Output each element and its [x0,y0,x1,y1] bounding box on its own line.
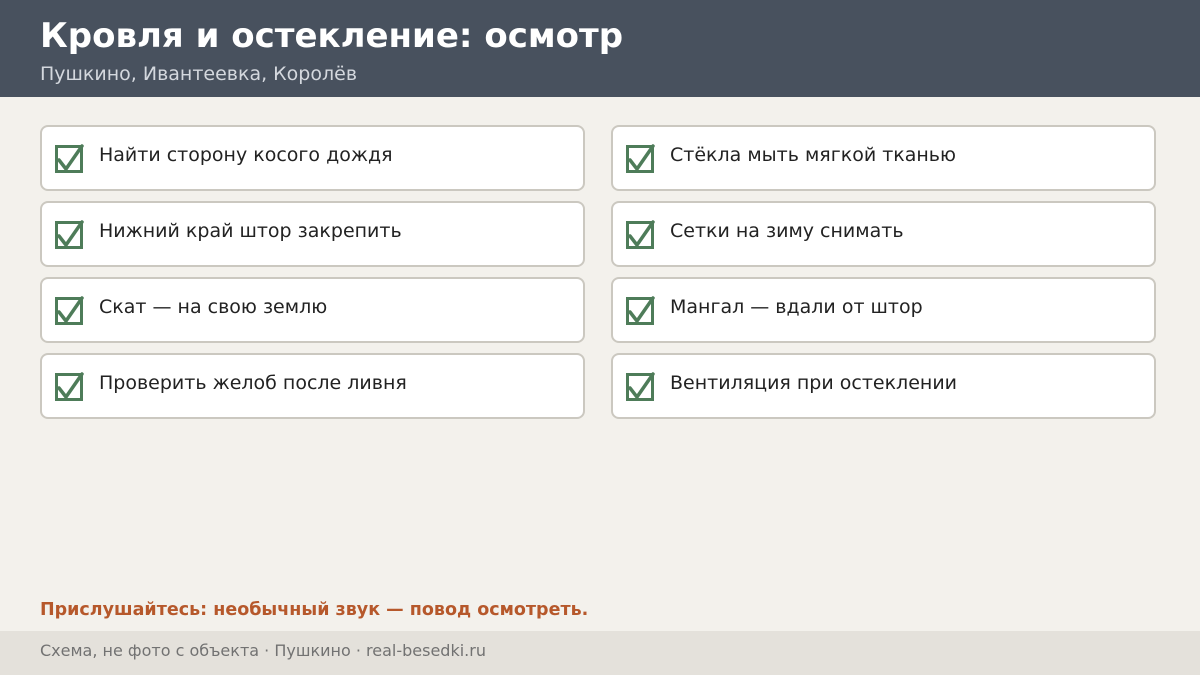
checklist-item[interactable]: Стёкла мыть мягкой тканью [611,125,1156,191]
checkmark-icon [57,144,84,171]
checklist-item-label: Вентиляция при остеклении [670,372,958,394]
checklist-item-label: Найти сторону косого дождя [99,144,393,166]
footer-text: Схема, не фото с объекта · Пушкино · rea… [40,641,486,660]
checkbox-checked[interactable] [55,220,84,249]
checkmark-icon [628,372,655,399]
checklist-item[interactable]: Скат — на свою землю [40,277,585,343]
checkbox-checked[interactable] [626,144,655,173]
checklist-item[interactable]: Вентиляция при остеклении [611,353,1156,419]
checkmark-icon [628,296,655,323]
checklist: Найти сторону косого дождя Стёкла мыть м… [40,125,1156,419]
checkmark-icon [57,372,84,399]
page-subtitle: Пушкино, Ивантеевка, Королёв [40,63,358,85]
checklist-item-label: Нижний край штор закрепить [99,220,402,242]
checkbox-checked[interactable] [626,372,655,401]
checkbox-checked[interactable] [55,144,84,173]
checkmark-icon [57,296,84,323]
page-title: Кровля и остекление: осмотр [40,16,624,56]
checkmark-icon [57,220,84,247]
checklist-item[interactable]: Нижний край штор закрепить [40,201,585,267]
checklist-item-label: Стёкла мыть мягкой тканью [670,144,957,166]
warning-note: Прислушайтесь: необычный звук — повод ос… [40,600,589,620]
footer: Схема, не фото с объекта · Пушкино · rea… [0,631,1200,675]
checklist-item[interactable]: Сетки на зиму снимать [611,201,1156,267]
checkbox-checked[interactable] [55,296,84,325]
checklist-item-label: Проверить желоб после ливня [99,372,407,394]
checkmark-icon [628,144,655,171]
checklist-item[interactable]: Проверить желоб после ливня [40,353,585,419]
page: Кровля и остекление: осмотр Пушкино, Ива… [0,0,1200,675]
header: Кровля и остекление: осмотр Пушкино, Ива… [0,0,1200,97]
checkmark-icon [628,220,655,247]
checklist-item[interactable]: Найти сторону косого дождя [40,125,585,191]
checklist-item-label: Мангал — вдали от штор [670,296,923,318]
checklist-item[interactable]: Мангал — вдали от штор [611,277,1156,343]
checklist-item-label: Скат — на свою землю [99,296,328,318]
checkbox-checked[interactable] [626,220,655,249]
checklist-item-label: Сетки на зиму снимать [670,220,904,242]
checkbox-checked[interactable] [626,296,655,325]
checkbox-checked[interactable] [55,372,84,401]
